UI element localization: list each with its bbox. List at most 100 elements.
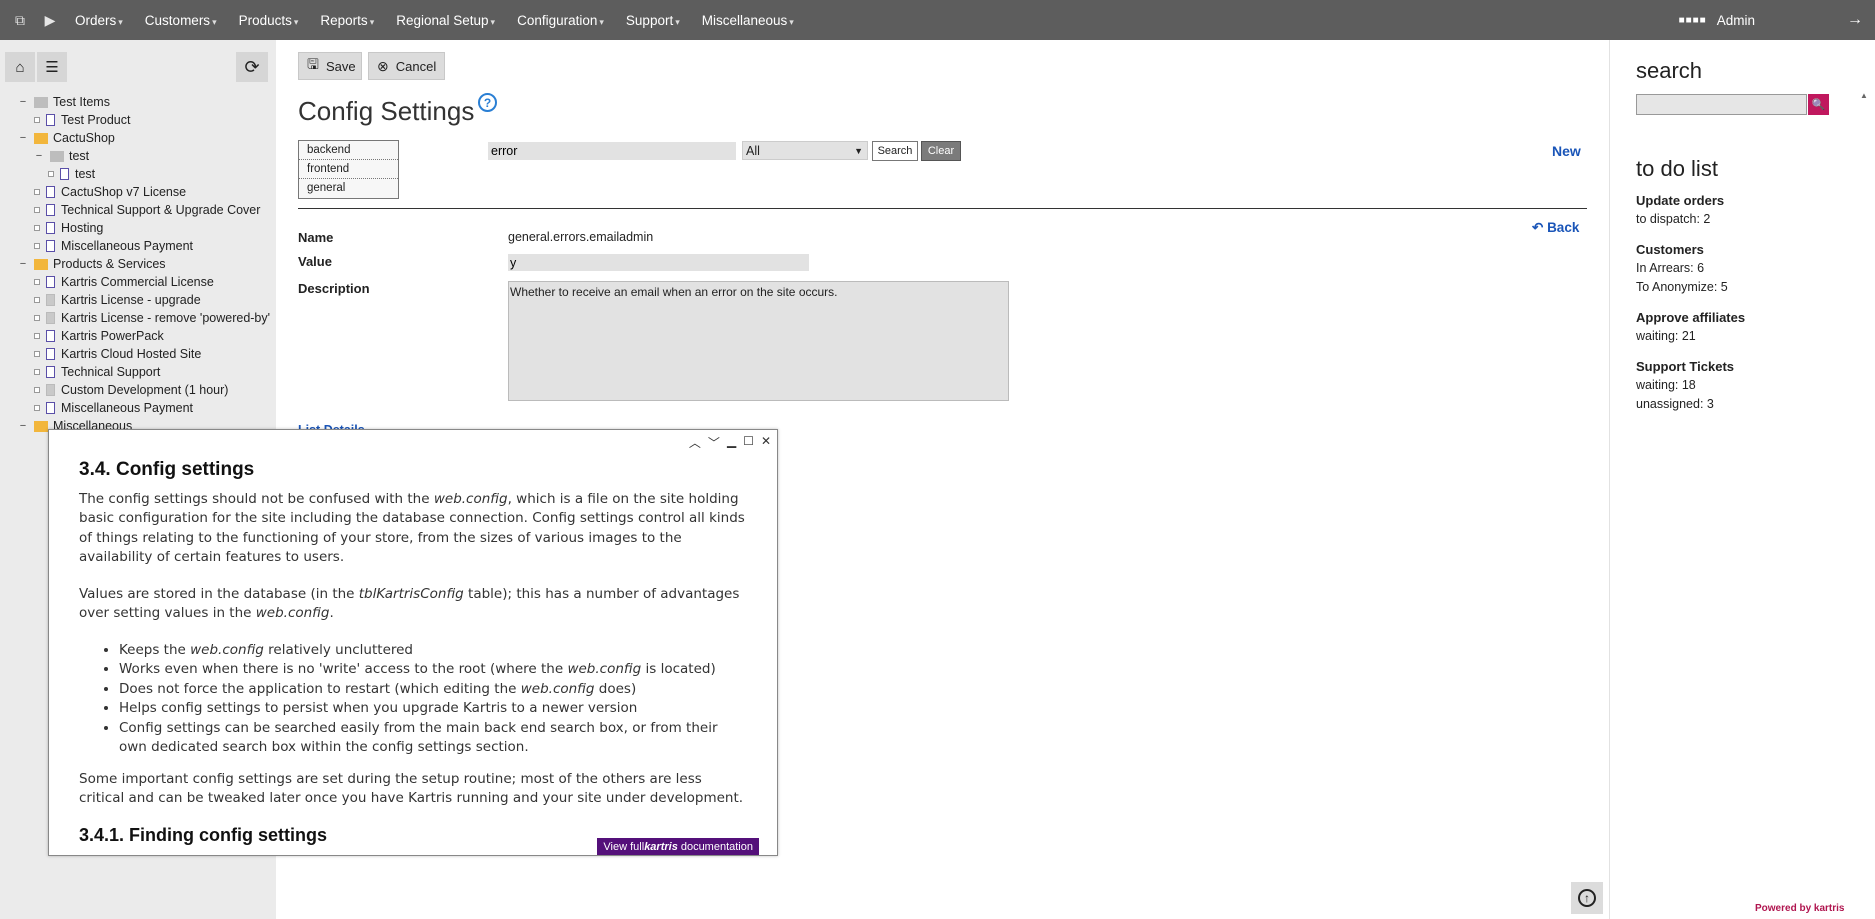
help-document: 3.4. Config settings The config settings… bbox=[79, 460, 749, 845]
scrollbar[interactable]: ▲ bbox=[1860, 86, 1874, 846]
tree-node[interactable]: Miscellaneous Payment bbox=[34, 237, 193, 255]
menu-regional-setup[interactable]: Regional Setup ▾ bbox=[385, 13, 506, 28]
minimize-icon[interactable]: ▁ bbox=[727, 434, 736, 451]
tree-node[interactable]: Hosting bbox=[34, 219, 103, 237]
tree-node[interactable]: Miscellaneous Payment bbox=[34, 399, 193, 417]
view-documentation-button[interactable]: View full kartris documentation bbox=[597, 838, 759, 855]
tree-node[interactable]: test bbox=[48, 165, 95, 183]
text-run: . bbox=[329, 605, 334, 621]
todo-update-orders-title[interactable]: Update orders bbox=[1636, 193, 1724, 208]
name-label: Name bbox=[298, 230, 334, 245]
filter-select[interactable]: All ▼ bbox=[742, 141, 868, 160]
refresh-icon[interactable]: ⟳ bbox=[236, 52, 268, 82]
tree-node[interactable]: Kartris PowerPack bbox=[34, 327, 164, 345]
sidebar-toolbar: ⌂ ☰ bbox=[5, 52, 67, 82]
tree-node[interactable]: Technical Support & Upgrade Cover bbox=[34, 201, 260, 219]
global-search-input[interactable] bbox=[1636, 94, 1807, 115]
chevron-up-icon[interactable]: ︿ bbox=[689, 434, 701, 451]
logout-icon[interactable]: → bbox=[1835, 0, 1875, 40]
popout-icon[interactable]: ⧉ bbox=[0, 0, 40, 40]
powered-by[interactable]: Powered by kartris bbox=[1755, 903, 1844, 914]
product-icon bbox=[46, 222, 55, 234]
clear-button[interactable]: Clear bbox=[921, 141, 961, 161]
category-backend[interactable]: backend bbox=[299, 141, 398, 160]
menu-customers[interactable]: Customers ▾ bbox=[134, 13, 228, 28]
tree-node[interactable]: Custom Development (1 hour) bbox=[34, 381, 228, 399]
collapse-icon[interactable]: − bbox=[18, 420, 28, 432]
todo-line[interactable]: to dispatch: 2 bbox=[1636, 212, 1710, 226]
tree-node[interactable]: − Products & Services bbox=[18, 255, 166, 273]
help-bullet: Helps config settings to persist when yo… bbox=[119, 699, 749, 719]
save-icon: 🖫 bbox=[307, 56, 319, 72]
help-paragraph: Values are stored in the database (in th… bbox=[79, 585, 749, 624]
collapse-icon[interactable]: − bbox=[34, 150, 44, 162]
tree-node[interactable]: CactuShop v7 License bbox=[34, 183, 186, 201]
todo-approve-affiliates-title[interactable]: Approve affiliates bbox=[1636, 310, 1745, 325]
todo-customers-title[interactable]: Customers bbox=[1636, 242, 1704, 257]
save-button[interactable]: 🖫 Save bbox=[298, 52, 362, 80]
help-icon[interactable]: ? bbox=[478, 93, 497, 112]
product-icon bbox=[46, 366, 55, 378]
list-icon[interactable]: ☰ bbox=[37, 52, 67, 82]
menu-reports[interactable]: Reports ▾ bbox=[309, 13, 385, 28]
collapse-icon[interactable]: − bbox=[18, 96, 28, 108]
text-run: does) bbox=[594, 680, 637, 697]
text-run: web.config bbox=[433, 490, 508, 507]
menu-orders[interactable]: Orders ▾ bbox=[64, 13, 134, 28]
tree-node[interactable]: − test bbox=[34, 147, 89, 165]
menu-products[interactable]: Products ▾ bbox=[228, 13, 310, 28]
description-field[interactable]: Whether to receive an email when an erro… bbox=[508, 281, 1009, 401]
value-field[interactable] bbox=[508, 254, 809, 271]
todo-line[interactable]: unassigned: 3 bbox=[1636, 397, 1714, 411]
todo-support-tickets-title[interactable]: Support Tickets bbox=[1636, 359, 1734, 374]
bullet-icon bbox=[34, 405, 40, 411]
collapse-icon[interactable]: − bbox=[18, 132, 28, 144]
category-general[interactable]: general bbox=[299, 179, 398, 198]
todo-line[interactable]: To Anonymize: 5 bbox=[1636, 280, 1728, 294]
maximize-icon[interactable]: ☐ bbox=[743, 434, 754, 451]
help-bullet: Does not force the application to restar… bbox=[119, 680, 749, 700]
close-icon[interactable]: ✕ bbox=[761, 434, 771, 451]
tree-node[interactable]: − CactuShop bbox=[18, 129, 115, 147]
menu-support[interactable]: Support ▾ bbox=[615, 13, 691, 28]
product-icon bbox=[46, 186, 55, 198]
home-icon[interactable]: ⌂ bbox=[5, 52, 35, 82]
menu-miscellaneous[interactable]: Miscellaneous ▾ bbox=[691, 13, 805, 28]
product-icon bbox=[46, 204, 55, 216]
collapse-icon[interactable]: − bbox=[18, 258, 28, 270]
value-label: Value bbox=[298, 254, 332, 269]
todo-line[interactable]: waiting: 18 bbox=[1636, 378, 1696, 392]
search-button[interactable]: Search bbox=[872, 141, 918, 161]
category-frontend[interactable]: frontend bbox=[299, 160, 398, 179]
new-link[interactable]: New bbox=[1552, 143, 1581, 159]
tree-node[interactable]: Technical Support bbox=[34, 363, 160, 381]
scroll-top-button[interactable]: ↑ bbox=[1571, 882, 1603, 914]
user-menu[interactable]: ■■■■ Admin bbox=[1679, 0, 1755, 40]
text-run: kartris bbox=[644, 840, 678, 853]
product-icon bbox=[46, 312, 55, 324]
text-run: Works even when there is no 'write' acce… bbox=[119, 661, 568, 677]
tree-node[interactable]: Test Product bbox=[34, 111, 130, 129]
tree-node[interactable]: Kartris Cloud Hosted Site bbox=[34, 345, 201, 363]
tree-node[interactable]: − Test Items bbox=[18, 93, 110, 111]
cancel-button[interactable]: ⊗ Cancel bbox=[368, 52, 445, 80]
play-icon[interactable]: ▶ bbox=[40, 0, 60, 40]
chevron-down-icon: ▾ bbox=[293, 16, 299, 27]
scroll-up-icon[interactable]: ▲ bbox=[1860, 91, 1868, 100]
chevron-down-icon[interactable]: ﹀ bbox=[708, 434, 720, 451]
config-search-input[interactable] bbox=[488, 142, 736, 160]
tree-node[interactable]: Kartris Commercial License bbox=[34, 273, 214, 291]
menu-configuration[interactable]: Configuration ▾ bbox=[506, 13, 615, 28]
product-icon bbox=[60, 168, 69, 180]
tree-node-label: Test Items bbox=[53, 95, 110, 109]
tree-node-label: Miscellaneous Payment bbox=[61, 401, 194, 415]
back-link[interactable]: ↶ Back bbox=[1532, 220, 1579, 236]
help-paragraph: Some important config settings are set d… bbox=[79, 770, 744, 807]
tree-node[interactable]: Kartris License - upgrade bbox=[34, 291, 201, 309]
todo-line[interactable]: waiting: 21 bbox=[1636, 329, 1696, 343]
todo-line[interactable]: In Arrears: 6 bbox=[1636, 261, 1704, 275]
tree-node[interactable]: Kartris License - remove 'powered-by' bbox=[34, 309, 270, 327]
help-heading: 3.4. Config settings bbox=[79, 459, 255, 480]
search-icon[interactable]: 🔍 bbox=[1808, 94, 1829, 115]
tree-node-label: Technical Support bbox=[61, 365, 161, 379]
